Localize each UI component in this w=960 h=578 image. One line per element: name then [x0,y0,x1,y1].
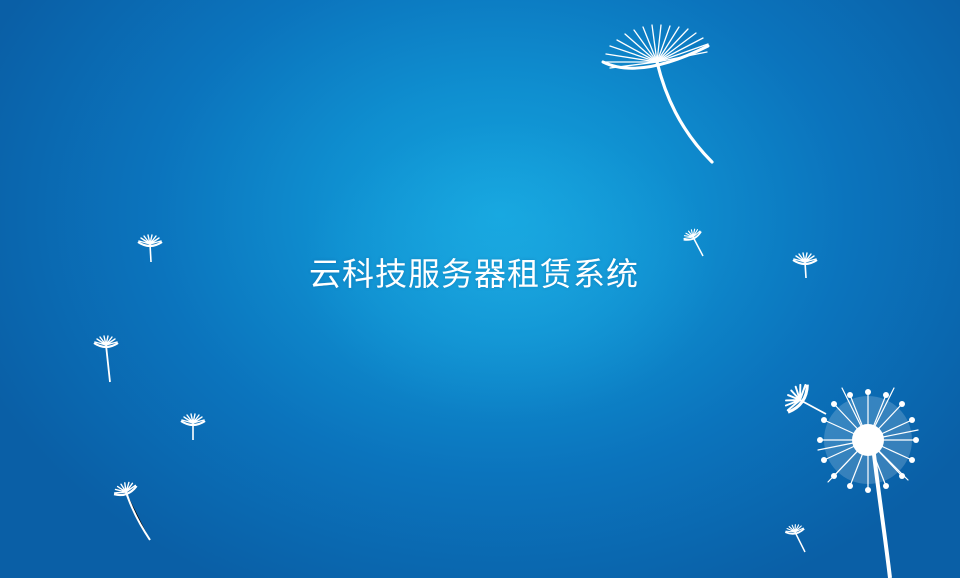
dandelion-flower-icon [817,387,919,578]
dandelion-seed-large-icon [601,24,714,164]
dandelion-seed-icon [92,334,120,383]
dandelion-seed-icon [179,412,207,440]
splash-screen: 云科技服务器租赁系统 [0,0,960,578]
dandelion-seed-icon [110,478,151,541]
app-title: 云科技服务器租赁系统 [308,255,639,293]
dandelion-seed-icon [783,522,806,553]
dandelion-seed-icon [778,377,827,417]
